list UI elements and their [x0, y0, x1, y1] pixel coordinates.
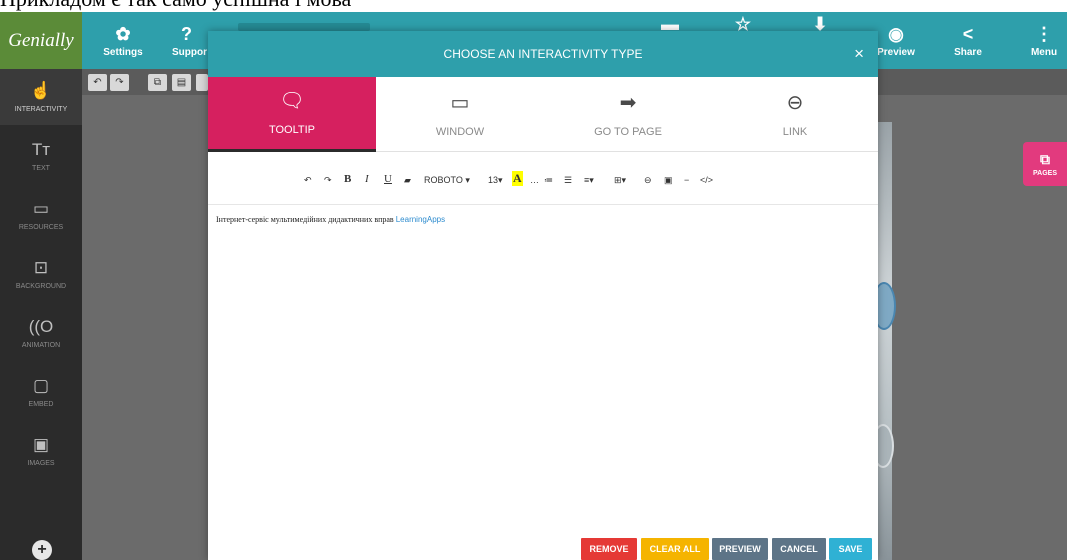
underline-button[interactable]: U [384, 173, 392, 185]
preview-modal-button[interactable]: PREVIEW [712, 538, 768, 560]
tab-window[interactable]: ▭ WINDOW [376, 77, 544, 152]
text-color-button[interactable]: A [512, 171, 523, 186]
menu-button[interactable]: ⋮ Menu [1026, 12, 1062, 69]
sidebar-item-label: ANIMATION [21, 342, 61, 349]
support-button[interactable]: ? Suppor [172, 12, 208, 69]
sidebar-item-label: RESOURCES [18, 224, 64, 231]
settings-button[interactable]: ✿ Settings [103, 12, 143, 69]
share-button[interactable]: < Share [950, 12, 986, 69]
tab-go-to-page[interactable]: ➡ GO TO PAGE [544, 77, 712, 152]
window-icon: ▭ [450, 91, 470, 114]
table-icon[interactable]: ⊞▾ [614, 175, 626, 186]
share-label: Share [954, 46, 982, 58]
link-icon: ⊖ [786, 91, 804, 114]
more-icon[interactable]: … [530, 175, 539, 185]
ordered-list-icon[interactable]: ≔ [544, 175, 553, 186]
sidebar-item-label: EMBED [28, 401, 54, 408]
font-family-select[interactable]: ROBOTO ▾ [424, 175, 470, 186]
tab-link[interactable]: ⊖ LINK [712, 77, 878, 152]
code-view-icon[interactable]: </> [700, 175, 713, 185]
slide-edge [878, 122, 892, 560]
tab-label: WINDOW [435, 125, 485, 138]
tab-label: LINK [782, 125, 808, 138]
learningapps-link[interactable]: LearningApps [396, 215, 445, 224]
interactivity-tabs: 🗨 TOOLTIP ▭ WINDOW ➡ GO TO PAGE ⊖ LINK [208, 77, 878, 152]
sidebar-item-label: INTERACTIVITY [14, 106, 68, 113]
text-editor-content[interactable]: Інтернет-сервіс мультимедійних дидактичн… [216, 215, 866, 224]
settings-label: Settings [103, 46, 143, 58]
undo-icon[interactable]: ↶ [88, 74, 107, 91]
tab-label: TOOLTIP [268, 124, 316, 136]
kebab-menu-icon: ⋮ [1035, 23, 1053, 44]
align-icon[interactable]: ≡▾ [584, 175, 594, 186]
image-icon[interactable]: ▣ [664, 175, 673, 186]
sidebar-item-label: TEXT [32, 165, 50, 172]
document-text-strip: Прикладом є так само успішна і мова [0, 0, 1067, 12]
preview-button[interactable]: ◉ Preview [877, 12, 915, 69]
pages-icon: ⧉ [1040, 151, 1050, 167]
undo-icon[interactable]: ↶ [304, 175, 312, 186]
horizontal-rule-icon[interactable]: − [684, 175, 689, 185]
sidebar-item-animation[interactable]: ((O ANIMATION [0, 305, 82, 361]
save-button[interactable]: SAVE [829, 538, 872, 560]
link-icon[interactable]: ⊖ [644, 175, 652, 186]
add-button[interactable]: + [32, 540, 52, 560]
sidebar-item-background[interactable]: ⊡ BACKGROUND [0, 246, 82, 302]
close-icon[interactable]: × [854, 44, 864, 64]
arrow-right-icon: ➡ [619, 91, 637, 114]
modal-header: CHOOSE AN INTERACTIVITY TYPE × [208, 31, 878, 77]
pages-label: PAGES [1033, 170, 1057, 177]
gear-icon: ✿ [115, 23, 131, 44]
tab-tooltip[interactable]: 🗨 TOOLTIP [208, 77, 376, 152]
help-circle-icon: ? [181, 23, 192, 44]
sidebar-item-resources[interactable]: ▭ RESOURCES [0, 187, 82, 243]
preview-label: Preview [877, 46, 915, 58]
support-label: Suppor [172, 46, 207, 58]
sidebar-item-images[interactable]: ▣ IMAGES [0, 423, 82, 479]
redo-icon[interactable]: ↷ [110, 74, 129, 91]
sidebar-item-text[interactable]: Tт TEXT [0, 128, 82, 184]
sidebar-item-label: BACKGROUND [15, 283, 67, 290]
document-text: Прикладом є так само успішна і мова [0, 0, 351, 12]
cancel-button[interactable]: CANCEL [772, 538, 826, 560]
image-icon: ▣ [32, 435, 50, 454]
italic-button[interactable]: I [365, 173, 369, 185]
editor-text: Інтернет-сервіс мультимедійних дидактичн… [216, 215, 396, 224]
redo-icon[interactable]: ↷ [324, 175, 332, 186]
text-editor-toolbar: ↶ ↷ B I U ▰ ROBOTO ▾ 13▾ A … ≔ ☰ ≡▾ ⊞▾ ⊖… [208, 153, 878, 205]
font-size-select[interactable]: 13▾ [488, 175, 503, 186]
remove-button[interactable]: REMOVE [581, 538, 637, 560]
animation-icon: ((O [28, 317, 54, 336]
sidebar-item-embed[interactable]: ▢ EMBED [0, 364, 82, 420]
share-icon: < [962, 23, 974, 44]
tooltip-icon: 🗨 [279, 90, 305, 112]
resources-icon: ▭ [32, 199, 50, 218]
genially-logo[interactable]: Genially [0, 12, 82, 69]
unordered-list-icon[interactable]: ☰ [564, 175, 572, 186]
toolbar-more-icon[interactable] [196, 74, 208, 91]
interactivity-modal: CHOOSE AN INTERACTIVITY TYPE × 🗨 TOOLTIP… [208, 31, 878, 560]
paste-icon[interactable]: ▤ [172, 74, 191, 91]
pages-button[interactable]: ⧉ PAGES [1023, 142, 1067, 186]
sidebar-item-interactivity[interactable]: ☝ INTERACTIVITY [0, 69, 82, 125]
tab-label: GO TO PAGE [594, 125, 662, 138]
background-icon: ⊡ [33, 258, 49, 277]
clear-format-icon[interactable]: ▰ [404, 175, 411, 186]
modal-title: CHOOSE AN INTERACTIVITY TYPE [443, 47, 643, 61]
embed-icon: ▢ [32, 376, 50, 395]
title-field[interactable] [238, 23, 370, 31]
hand-pointer-icon: ☝ [30, 81, 52, 100]
menu-label: Menu [1030, 46, 1058, 58]
copy-icon[interactable]: ⧉ [148, 74, 167, 91]
eye-icon: ◉ [888, 23, 904, 44]
bold-button[interactable]: B [344, 173, 351, 185]
clear-all-button[interactable]: CLEAR ALL [641, 538, 709, 560]
sidebar-item-label: IMAGES [27, 460, 55, 467]
text-icon: Tт [31, 140, 51, 159]
